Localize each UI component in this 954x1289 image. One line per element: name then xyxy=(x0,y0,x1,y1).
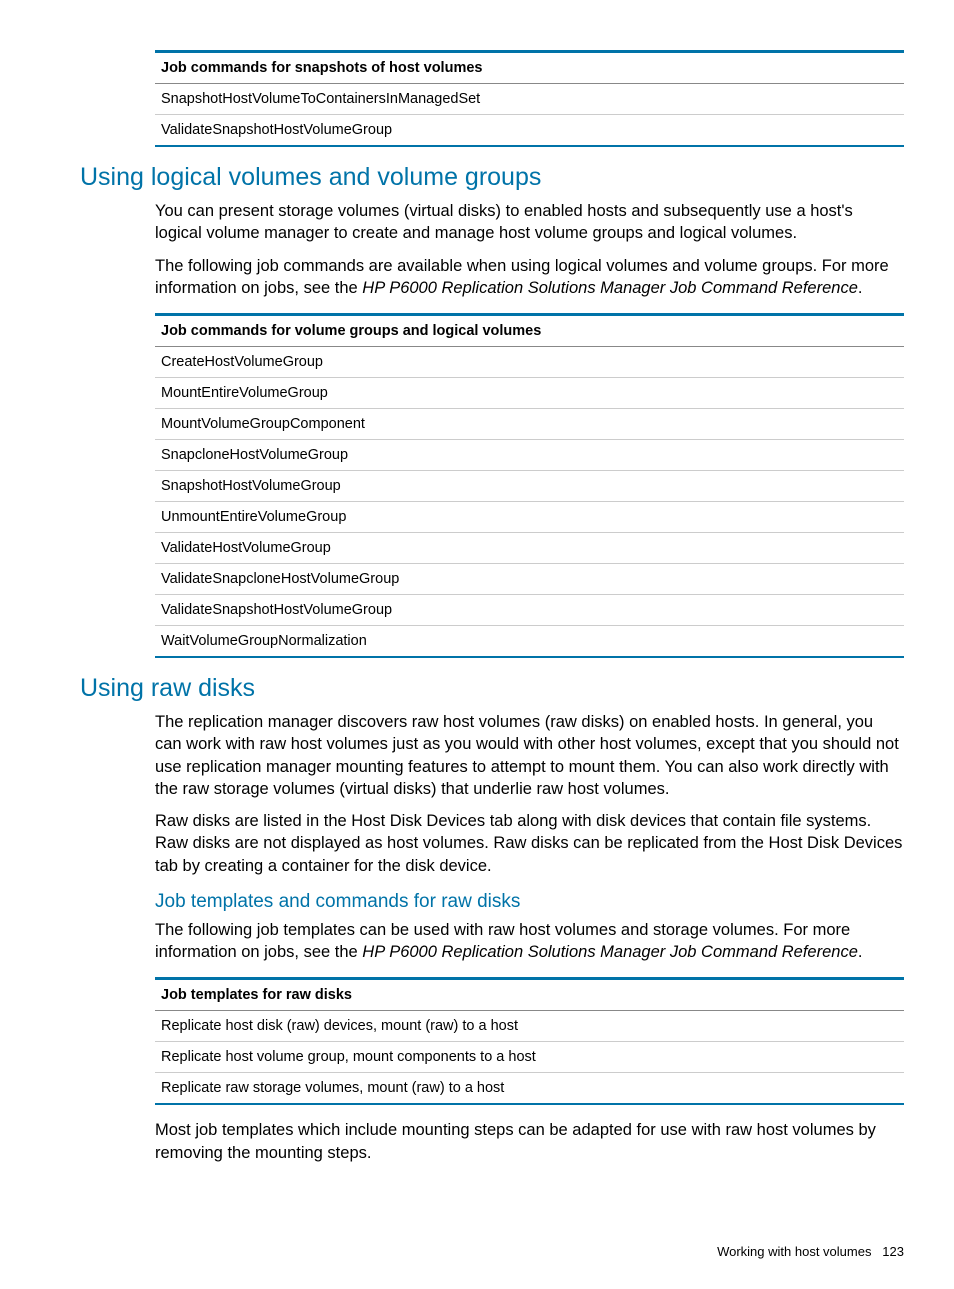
logical-para2-ref: HP P6000 Replication Solutions Manager J… xyxy=(362,279,858,297)
raw-section-body: The replication manager discovers raw ho… xyxy=(155,711,904,1164)
table-row: UnmountEntireVolumeGroup xyxy=(155,502,904,533)
table-row: Replicate host disk (raw) devices, mount… xyxy=(155,1011,904,1042)
table-row: Replicate raw storage volumes, mount (ra… xyxy=(155,1073,904,1105)
volgroup-table-body: CreateHostVolumeGroupMountEntireVolumeGr… xyxy=(155,347,904,658)
snapshot-commands-table: Job commands for snapshots of host volum… xyxy=(155,50,904,147)
table-row: SnapshotHostVolumeGroup xyxy=(155,471,904,502)
raw-para3-ref: HP P6000 Replication Solutions Manager J… xyxy=(362,943,858,961)
page-container: Job commands for snapshots of host volum… xyxy=(0,0,954,1289)
raw-templates-header: Job templates for raw disks xyxy=(155,979,904,1011)
logical-section-body: You can present storage volumes (virtual… xyxy=(155,200,904,658)
table-row: MountEntireVolumeGroup xyxy=(155,378,904,409)
raw-templates-body: Replicate host disk (raw) devices, mount… xyxy=(155,1011,904,1105)
raw-para3-b: . xyxy=(858,943,863,961)
raw-para3: The following job templates can be used … xyxy=(155,919,904,964)
table-row: CreateHostVolumeGroup xyxy=(155,347,904,378)
raw-templates-table: Job templates for raw disks Replicate ho… xyxy=(155,977,904,1105)
volgroup-commands-table: Job commands for volume groups and logic… xyxy=(155,313,904,658)
snapshot-table-header: Job commands for snapshots of host volum… xyxy=(155,52,904,84)
footer-page-number: 123 xyxy=(882,1244,904,1259)
table-row: SnapshotHostVolumeToContainersInManagedS… xyxy=(155,84,904,115)
table-row: ValidateSnapshotHostVolumeGroup xyxy=(155,595,904,626)
raw-para2: Raw disks are listed in the Host Disk De… xyxy=(155,810,904,877)
heading-raw-templates: Job templates and commands for raw disks xyxy=(155,891,904,913)
closing-para: Most job templates which include mountin… xyxy=(155,1119,904,1164)
table-row: ValidateSnapshotHostVolumeGroup xyxy=(155,115,904,147)
raw-para1: The replication manager discovers raw ho… xyxy=(155,711,904,800)
volgroup-table-header: Job commands for volume groups and logic… xyxy=(155,315,904,347)
footer-text: Working with host volumes xyxy=(717,1244,871,1259)
logical-para2: The following job commands are available… xyxy=(155,255,904,300)
heading-logical-volumes: Using logical volumes and volume groups xyxy=(80,163,904,192)
snapshot-table-body: SnapshotHostVolumeToContainersInManagedS… xyxy=(155,84,904,147)
table-row: MountVolumeGroupComponent xyxy=(155,409,904,440)
snapshot-table-container: Job commands for snapshots of host volum… xyxy=(155,50,904,147)
heading-raw-disks: Using raw disks xyxy=(80,674,904,703)
table-row: SnapcloneHostVolumeGroup xyxy=(155,440,904,471)
logical-para1: You can present storage volumes (virtual… xyxy=(155,200,904,245)
page-footer: Working with host volumes 123 xyxy=(80,1244,904,1259)
table-row: ValidateHostVolumeGroup xyxy=(155,533,904,564)
table-row: WaitVolumeGroupNormalization xyxy=(155,626,904,658)
logical-para2-b: . xyxy=(858,279,863,297)
table-row: Replicate host volume group, mount compo… xyxy=(155,1042,904,1073)
table-row: ValidateSnapcloneHostVolumeGroup xyxy=(155,564,904,595)
